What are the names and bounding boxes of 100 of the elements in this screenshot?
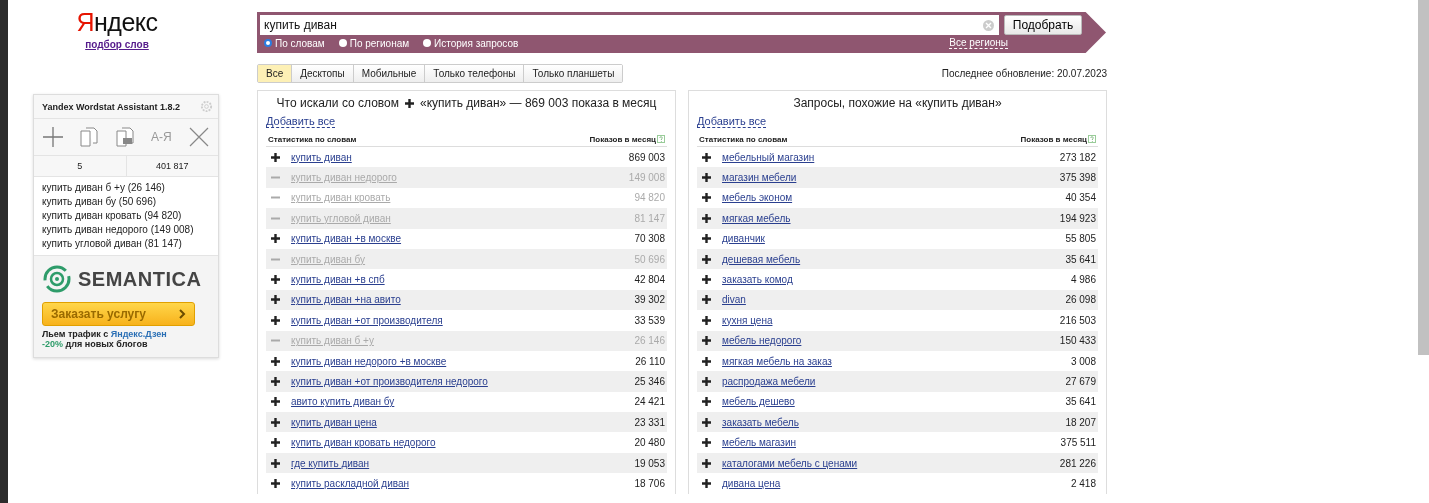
phrase-link[interactable]: кухня цена xyxy=(722,314,773,326)
regions-link[interactable]: Все регионы xyxy=(949,37,1008,49)
saved-phrase[interactable]: купить диван кровать (94 820) xyxy=(42,209,210,223)
assistant-title: Yandex Wordstat Assistant 1.8.2 xyxy=(42,101,181,112)
device-tab[interactable]: Только телефоны xyxy=(424,65,524,82)
spreadsheet-icon[interactable] xyxy=(115,127,134,147)
device-tab[interactable]: Только планшеты xyxy=(523,65,623,82)
phrase-link[interactable]: мебель эконом xyxy=(722,192,793,204)
phrase-link[interactable]: мебель магазин xyxy=(722,437,796,449)
impressions-count: 33 539 xyxy=(634,314,665,326)
panel-title: «купить диван» — 869 003 показа в месяц xyxy=(420,96,657,110)
panel-title: Запросы, похожие на «купить диван» xyxy=(793,96,1002,110)
plus-icon[interactable] xyxy=(271,234,280,244)
ad-text: -20% для новых блогов xyxy=(42,339,149,349)
subtitle-link[interactable]: подбор слов xyxy=(85,39,149,50)
phrase-link[interactable]: купить диван +в спб xyxy=(291,274,385,286)
plus-icon[interactable] xyxy=(271,417,280,427)
radio-label[interactable]: История запросов xyxy=(434,37,519,49)
semantica-logo-icon xyxy=(42,264,72,294)
plus-icon[interactable] xyxy=(702,336,711,346)
plus-icon[interactable] xyxy=(702,438,711,448)
plus-icon[interactable] xyxy=(271,438,280,448)
plus-icon[interactable] xyxy=(702,213,711,223)
plus-icon[interactable] xyxy=(702,397,711,407)
plus-icon[interactable] xyxy=(702,295,711,305)
search-field[interactable]: купить диван xyxy=(260,15,999,35)
plus-icon[interactable] xyxy=(271,152,280,162)
phrase-link[interactable]: купить диван +в москве xyxy=(291,233,402,245)
plus-icon[interactable] xyxy=(271,458,280,468)
impressions-count: 216 503 xyxy=(1059,314,1096,326)
phrase-link[interactable]: купить диван +от производителя xyxy=(291,314,443,326)
phrase-link[interactable]: купить раскладной диван xyxy=(291,477,410,489)
phrase-link[interactable]: мягкая мебель на заказ xyxy=(722,355,832,367)
saved-phrase[interactable]: купить диван бу (50 696) xyxy=(42,195,210,209)
plus-icon[interactable] xyxy=(702,193,711,203)
phrase-link[interactable]: дешевая мебель xyxy=(722,253,801,265)
phrase-link[interactable]: мягкая мебель xyxy=(722,212,791,224)
phrase-link[interactable]: диванчик xyxy=(722,233,765,245)
plus-icon[interactable] xyxy=(702,152,711,162)
column-header: Статистика по словам xyxy=(699,135,788,144)
radio-button[interactable] xyxy=(338,39,347,47)
panel-title: Что искали со словом xyxy=(276,96,399,110)
phrase-link[interactable]: магазин мебели xyxy=(722,172,797,184)
column-header: Статистика по словам xyxy=(268,135,357,144)
impressions-count: 194 923 xyxy=(1059,212,1096,224)
plus-icon[interactable] xyxy=(702,478,711,488)
phrase-link[interactable]: купить диван кровать недорого xyxy=(291,437,436,449)
phrase-link[interactable]: мебель недорого xyxy=(722,335,802,347)
plus-icon[interactable] xyxy=(271,275,280,285)
plus-icon[interactable] xyxy=(271,478,280,488)
plus-icon[interactable] xyxy=(271,356,280,366)
plus-icon[interactable] xyxy=(702,254,711,264)
phrase-link[interactable]: мебель дешево xyxy=(722,396,795,408)
radio-button[interactable] xyxy=(423,39,432,47)
radio-label[interactable]: По регионам xyxy=(349,37,410,49)
phrase-link[interactable]: купить диван +на авито xyxy=(291,294,401,306)
close-icon[interactable] xyxy=(189,127,209,147)
plus-icon[interactable] xyxy=(271,377,280,386)
phrase-link[interactable]: дивана цена xyxy=(722,477,781,489)
impressions-count: 55 805 xyxy=(1065,233,1096,245)
phrase-link[interactable]: купить диван цена xyxy=(291,416,377,428)
impressions-count: 39 302 xyxy=(634,294,665,306)
phrase-link[interactable]: купить диван недорого +в москве xyxy=(291,355,447,367)
yandex-logo[interactable]: Яндекс xyxy=(76,8,158,36)
add-all-link[interactable]: Добавить все xyxy=(266,115,335,128)
plus-icon[interactable] xyxy=(702,275,711,285)
plus-icon[interactable] xyxy=(271,295,280,305)
radio-label[interactable]: По словам xyxy=(275,37,325,49)
plus-icon[interactable] xyxy=(271,315,280,325)
plus-icon[interactable] xyxy=(702,458,711,468)
phrase-link[interactable]: авито купить диван бу xyxy=(291,396,395,408)
plus-icon[interactable] xyxy=(702,173,711,183)
plus-icon[interactable] xyxy=(702,417,711,427)
radio-button[interactable] xyxy=(264,39,272,47)
phrase-link[interactable]: divan xyxy=(722,294,746,306)
phrase-link[interactable]: мебельный магазин xyxy=(722,151,815,163)
saved-phrase[interactable]: купить диван б +у (26 146) xyxy=(42,181,210,195)
total-count: 401 817 xyxy=(125,156,218,176)
device-tab[interactable]: Десктопы xyxy=(291,65,353,82)
phrase-link[interactable]: где купить диван xyxy=(291,457,370,469)
plus-icon[interactable] xyxy=(702,315,711,325)
scrollbar[interactable] xyxy=(1418,0,1429,355)
phrase-link[interactable]: каталогами мебель с ценами xyxy=(722,457,858,469)
search-button[interactable]: Подобрать xyxy=(1004,15,1082,35)
saved-phrase[interactable]: купить угловой диван (81 147) xyxy=(42,237,210,251)
phrase-link[interactable]: распродажа мебели xyxy=(722,376,816,387)
device-tab[interactable]: Все xyxy=(258,65,292,82)
phrase-link[interactable]: купить диван xyxy=(291,151,352,163)
phrase-link[interactable]: заказать комод xyxy=(722,274,793,286)
plus-icon[interactable] xyxy=(702,377,711,386)
impressions-count: 150 433 xyxy=(1059,335,1096,347)
device-tab[interactable]: Мобильные xyxy=(352,65,425,82)
plus-icon[interactable] xyxy=(702,356,711,366)
plus-icon[interactable] xyxy=(271,397,280,407)
phrase-link[interactable]: купить диван +от производителя недорого xyxy=(291,376,488,387)
plus-icon[interactable] xyxy=(702,234,711,244)
impressions-count: 42 804 xyxy=(634,274,665,286)
phrase-link[interactable]: заказать мебель xyxy=(722,416,799,428)
add-all-link[interactable]: Добавить все xyxy=(697,115,766,128)
saved-phrase[interactable]: купить диван недорого (149 008) xyxy=(42,223,210,237)
